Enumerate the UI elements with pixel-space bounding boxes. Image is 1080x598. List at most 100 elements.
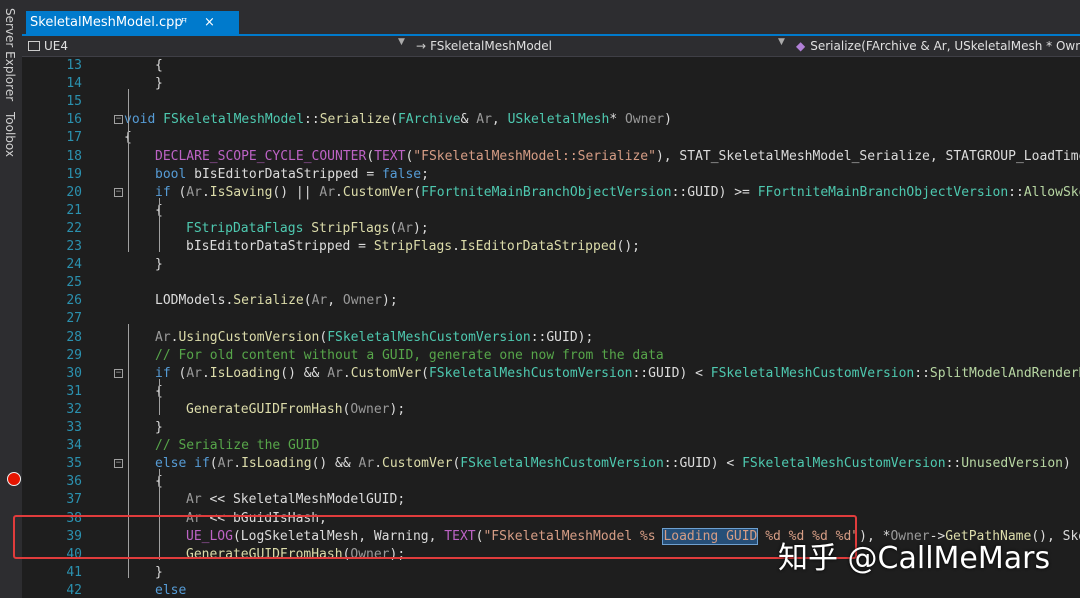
code-token: "FSkeletalMeshModel::Serialize": [413, 148, 656, 164]
code-token: Ar: [397, 220, 413, 236]
code-line[interactable]: 22 FStripDataFlags StripFlags(Ar);: [22, 220, 1080, 238]
code-line[interactable]: 19 bool bIsEditorDataStripped = false;: [22, 166, 1080, 184]
chevron-down-icon[interactable]: ▼: [398, 37, 405, 47]
code-token: {: [155, 58, 163, 73]
class-dropdown[interactable]: → FSkeletalMeshModel: [412, 36, 788, 56]
code-token: CustomVer: [342, 184, 414, 200]
code-token: .: [342, 365, 351, 381]
member-dropdown[interactable]: ◆ Serialize(FArchive & Ar, USkeletalMesh…: [792, 36, 1080, 56]
server-explorer-tab[interactable]: Server Explorer: [3, 8, 17, 101]
indent-guide: [128, 89, 129, 252]
code-token: FSkeletalMeshCustomVersion: [460, 456, 664, 472]
code-token: }: [155, 76, 163, 92]
line-number: 36: [66, 474, 82, 490]
highlight-box: [13, 515, 857, 559]
code-token: ,: [491, 112, 508, 128]
code-line[interactable]: 36{: [22, 473, 1080, 491]
code-token: UsingCustomVersion: [178, 329, 320, 345]
code-token: false: [381, 166, 422, 182]
code-line[interactable]: 23 bIsEditorDataStripped = StripFlags.IsE…: [22, 238, 1080, 256]
code-line[interactable]: 13 {: [22, 57, 1080, 75]
line-number: 20: [66, 184, 82, 200]
line-number: 17: [66, 130, 82, 146]
code-line[interactable]: 16 − void FSkeletalMeshModel::Serialize(FA…: [22, 111, 1080, 129]
code-line[interactable]: 14}: [22, 75, 1080, 93]
code-line[interactable]: 31{: [22, 383, 1080, 401]
collapse-icon[interactable]: −: [114, 187, 123, 197]
line-number: 30: [66, 365, 82, 381]
code-line[interactable]: 15: [22, 93, 1080, 111]
project-dropdown[interactable]: UE4: [22, 36, 408, 56]
code-text: if (Ar.IsLoading() && Ar.CustomVer(FSkel…: [155, 365, 1080, 383]
collapse-icon[interactable]: −: [114, 368, 123, 378]
close-icon[interactable]: ×: [204, 15, 215, 30]
code-token: .: [201, 365, 210, 381]
breakpoint-icon[interactable]: [7, 472, 21, 486]
code-token: .: [233, 456, 242, 472]
code-line[interactable]: 20− if (Ar.IsSaving() || Ar.CustomVer(FFo…: [22, 184, 1080, 202]
code-token: void: [124, 112, 164, 128]
code-token: Ar: [311, 293, 328, 309]
code-line[interactable]: 18 DECLARE_SCOPE_CYCLE_COUNTER(TEXT("FSke…: [22, 148, 1080, 166]
code-token: ::GUID);: [530, 329, 594, 345]
code-line[interactable]: 24}: [22, 256, 1080, 274]
code-line[interactable]: 30 − if (Ar.IsLoading() && Ar.CustomVer(FS…: [22, 365, 1080, 383]
chevron-down-icon[interactable]: ▼: [778, 37, 785, 47]
code-token: LODModels.: [155, 293, 234, 309]
code-line[interactable]: 33}: [22, 419, 1080, 437]
code-token: FArchive: [397, 112, 461, 128]
code-line[interactable]: 26 LODModels.Serialize(Ar, Owner);: [22, 292, 1080, 310]
code-line[interactable]: 42 else: [22, 582, 1080, 598]
code-line[interactable]: 25: [22, 274, 1080, 292]
document-tab-bar: SkeletalMeshModel.cpp ꟸ ×: [22, 0, 1080, 36]
code-line[interactable]: 17{: [22, 129, 1080, 147]
code-line[interactable]: 28 Ar.UsingCustomVersion(FSkeletalMeshCus…: [22, 329, 1080, 347]
code-line[interactable]: 27: [22, 310, 1080, 328]
code-token: ::: [914, 365, 930, 381]
code-text: LODModels.Serialize(Ar, Owner);: [155, 292, 398, 310]
code-token: ;: [421, 166, 429, 182]
code-text: }: [155, 256, 163, 274]
code-token: ,: [327, 293, 343, 309]
code-token: (: [366, 148, 375, 164]
code-line[interactable]: 35− else if(Ar.IsLoading() && Ar.CustomVe…: [22, 455, 1080, 473]
line-number: 27: [66, 311, 82, 327]
method-icon: ◆: [796, 39, 806, 53]
line-number: 13: [66, 58, 82, 73]
code-token: Ar: [476, 112, 492, 128]
tab-skeletal-mesh-model-cpp[interactable]: SkeletalMeshModel.cpp ꟸ ×: [26, 11, 239, 34]
code-token: }: [155, 564, 163, 580]
code-token: .: [335, 184, 343, 200]
code-token: FSkeletalMeshCustomVersion: [428, 365, 633, 381]
code-line[interactable]: 34 // Serialize the GUID: [22, 437, 1080, 455]
code-text: // For old content without a GUID, gener…: [155, 347, 664, 365]
line-number: 28: [66, 329, 82, 345]
code-text: // Serialize the GUID: [155, 437, 319, 455]
code-line[interactable]: 29 // For old content without a GUID, gen…: [22, 347, 1080, 365]
code-token: Ar: [327, 365, 343, 381]
line-number: 35: [66, 456, 82, 472]
toolbox-tab[interactable]: Toolbox: [3, 112, 17, 157]
code-text: }: [155, 75, 163, 93]
code-text: bIsEditorDataStripped = StripFlags.IsEdi…: [186, 238, 640, 256]
code-token: (: [390, 112, 398, 128]
code-line[interactable]: 21{: [22, 202, 1080, 220]
code-token: .: [452, 239, 460, 254]
code-text: GenerateGUIDFromHash(Owner);: [186, 401, 405, 419]
line-number: 23: [66, 239, 82, 254]
collapse-icon[interactable]: −: [114, 459, 123, 469]
code-token: Ar: [186, 184, 202, 200]
code-token: (: [303, 293, 312, 309]
code-token: UnusedVersion: [961, 456, 1063, 472]
pin-icon[interactable]: ꟸ: [181, 16, 187, 29]
code-token: ();: [616, 239, 640, 254]
code-token: .: [374, 456, 383, 472]
code-token: ::: [945, 456, 962, 472]
code-token: // Serialize the GUID: [155, 438, 320, 454]
line-number: 33: [66, 420, 82, 435]
collapse-icon[interactable]: −: [114, 115, 123, 125]
code-line[interactable]: 37 Ar << SkeletalMeshModelGUID;: [22, 491, 1080, 509]
code-token: IsEditorDataStripped: [459, 239, 617, 254]
line-number: 34: [66, 438, 82, 454]
code-line[interactable]: 32 GenerateGUIDFromHash(Owner);: [22, 401, 1080, 419]
